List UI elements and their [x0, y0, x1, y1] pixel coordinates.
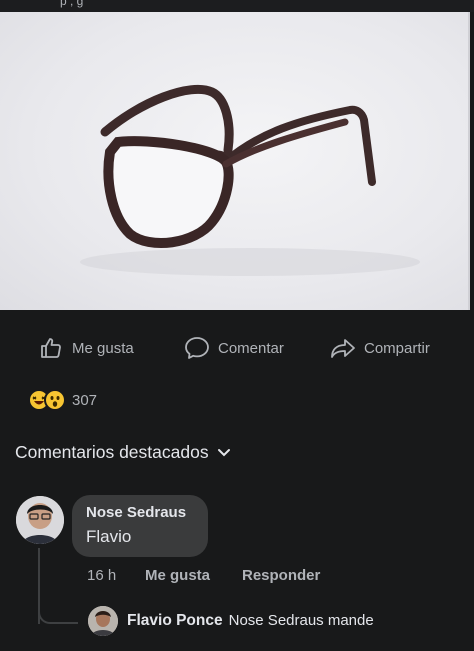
post-action-bar: Me gusta Comentar Compartir	[0, 326, 474, 370]
share-button[interactable]: Compartir	[330, 334, 430, 362]
comment-label: Comentar	[218, 339, 284, 357]
thread-connector-curve	[38, 602, 78, 624]
reply-comment[interactable]: Flavio Ponce Nose Sedraus mande	[127, 612, 374, 630]
reply-avatar-image	[88, 606, 118, 636]
comment-text: Flavio	[86, 527, 132, 546]
comment-icon	[184, 335, 210, 361]
reaction-count: 307	[72, 391, 98, 409]
post-caption-strip: p , g	[0, 0, 474, 12]
thumbs-up-icon	[38, 335, 64, 361]
comment-reply-button[interactable]: Responder	[242, 567, 320, 584]
glasses-photo	[80, 84, 420, 276]
wow-reaction-icon	[44, 389, 66, 411]
commenter-avatar-image	[16, 496, 64, 544]
chevron-down-icon	[217, 442, 231, 463]
comments-filter-dropdown[interactable]: Comentarios destacados	[15, 442, 231, 463]
reply-text: Nose Sedraus mande	[228, 612, 374, 629]
share-arrow-icon	[330, 335, 356, 361]
comment-bubble[interactable]: Nose Sedraus Flavio	[72, 495, 208, 557]
reply-author[interactable]: Flavio Ponce	[127, 612, 223, 630]
like-button[interactable]: Me gusta	[38, 334, 134, 362]
caption-fragment: p , g	[60, 0, 84, 8]
reaction-summary[interactable]: 307	[28, 388, 97, 412]
post-photo[interactable]	[0, 12, 470, 310]
post-photo-container: p , g	[0, 0, 474, 322]
avatar[interactable]	[16, 496, 64, 544]
like-label: Me gusta	[72, 339, 134, 357]
comments-section-title: Comentarios destacados	[15, 442, 209, 462]
comment-button[interactable]: Comentar	[184, 334, 284, 362]
comment-author[interactable]: Nose Sedraus	[86, 504, 194, 521]
comment-like-button[interactable]: Me gusta	[145, 567, 210, 584]
share-label: Compartir	[364, 339, 430, 357]
comment-timestamp: 16 h	[87, 567, 117, 584]
avatar[interactable]	[88, 606, 118, 636]
